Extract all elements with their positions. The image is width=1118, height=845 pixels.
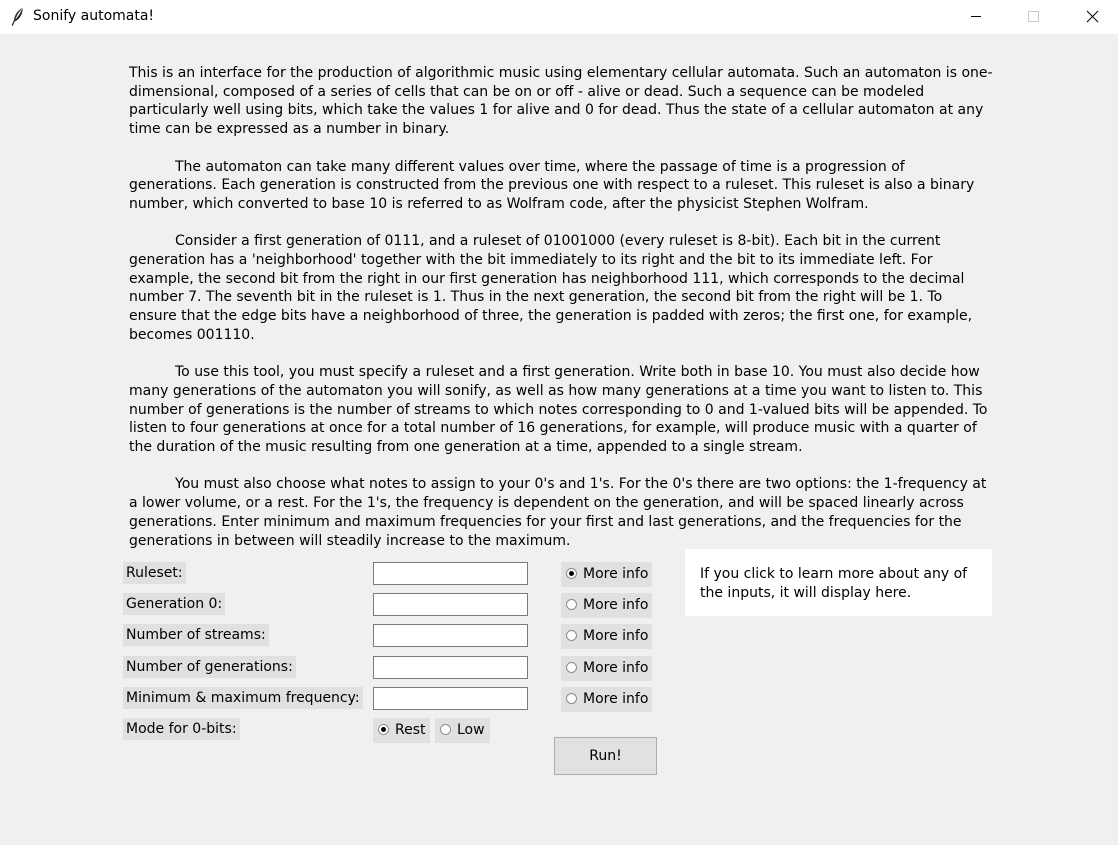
more-info-label: More info <box>583 691 649 707</box>
description-text: This is an interface for the production … <box>129 64 993 569</box>
radio-indicator <box>566 568 577 579</box>
ruleset-more-info-radio[interactable]: More info <box>561 562 652 587</box>
radio-indicator <box>566 599 577 610</box>
number-of-streams-more-info-radio[interactable]: More info <box>561 624 652 649</box>
more-info-label: More info <box>583 628 649 644</box>
frequency-range-input[interactable] <box>373 687 528 710</box>
radio-indicator <box>566 630 577 641</box>
mode-rest-radio[interactable]: Rest <box>373 718 430 743</box>
frequency-range-label: Minimum & maximum frequency: <box>123 687 363 709</box>
more-info-label: More info <box>583 566 649 582</box>
run-button[interactable]: Run! <box>554 737 657 775</box>
mode-label: Mode for 0-bits: <box>123 718 240 740</box>
radio-indicator <box>566 693 577 704</box>
minimize-icon <box>971 16 981 17</box>
radio-indicator <box>378 724 389 735</box>
generation-0-input[interactable] <box>373 593 528 616</box>
ruleset-label: Ruleset: <box>123 562 186 584</box>
number-of-generations-more-info-radio[interactable]: More info <box>561 656 652 681</box>
number-of-streams-input[interactable] <box>373 624 528 647</box>
minimize-button[interactable] <box>953 0 999 34</box>
info-panel: If you click to learn more about any of … <box>685 549 992 616</box>
maximize-icon <box>1028 11 1039 22</box>
mode-rest-label: Rest <box>395 722 426 738</box>
description-paragraph: The automaton can take many different va… <box>129 158 975 212</box>
window-title: Sonify automata! <box>33 8 155 24</box>
mode-low-radio[interactable]: Low <box>435 718 490 743</box>
more-info-label: More info <box>583 660 649 676</box>
ruleset-input[interactable] <box>373 562 528 585</box>
maximize-button[interactable] <box>1011 0 1057 34</box>
title-bar: Sonify automata! <box>0 0 1118 34</box>
number-of-generations-input[interactable] <box>373 656 528 679</box>
generation-0-label: Generation 0: <box>123 593 226 615</box>
description-paragraph: To use this tool, you must specify a rul… <box>129 364 988 456</box>
description-paragraph: This is an interface for the production … <box>129 65 993 138</box>
number-of-generations-label: Number of generations: <box>123 656 296 678</box>
close-button[interactable] <box>1070 0 1116 34</box>
close-icon <box>1086 10 1099 23</box>
feather-icon <box>10 7 26 27</box>
mode-low-label: Low <box>457 722 485 738</box>
frequency-range-more-info-radio[interactable]: More info <box>561 687 652 712</box>
description-paragraph: Consider a first generation of 0111, and… <box>129 233 973 343</box>
more-info-label: More info <box>583 597 649 613</box>
description-paragraph: You must also choose what notes to assig… <box>129 476 987 549</box>
radio-indicator <box>440 724 451 735</box>
radio-indicator <box>566 662 577 673</box>
number-of-streams-label: Number of streams: <box>123 624 269 646</box>
generation-0-more-info-radio[interactable]: More info <box>561 593 652 618</box>
